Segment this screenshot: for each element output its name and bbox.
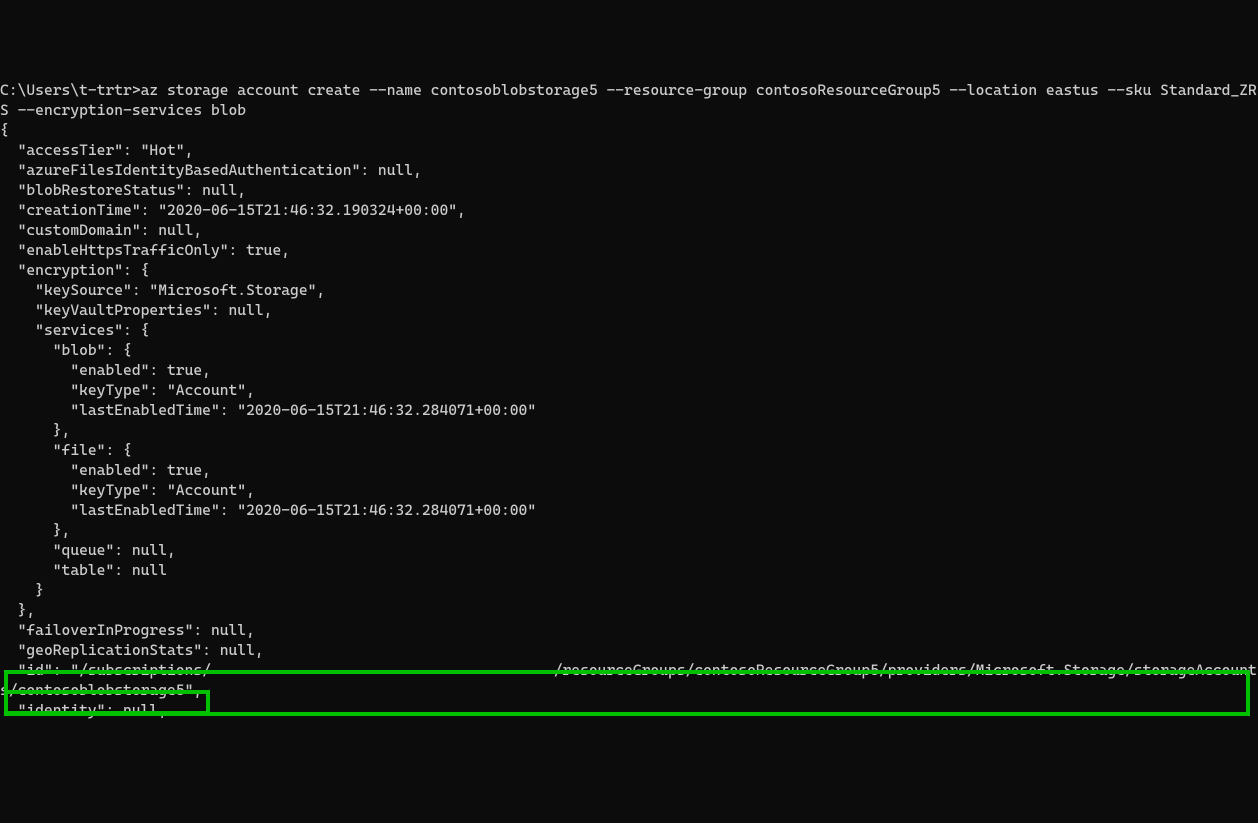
output-line: "keyVaultProperties": null,: [0, 301, 272, 319]
output-id-line: "id": "/subscriptions/ /resourceGroups/c…: [0, 661, 1257, 699]
output-line: "azureFilesIdentityBasedAuthentication":…: [0, 161, 422, 179]
output-line: "keyType": "Account",: [0, 381, 255, 399]
output-line: "creationTime": "2020-06-15T21:46:32.190…: [0, 201, 466, 219]
output-line: "encryption": {: [0, 261, 149, 279]
command-text: az storage account create --name contoso…: [0, 81, 1257, 119]
output-line: "lastEnabledTime": "2020-06-15T21:46:32.…: [0, 501, 536, 519]
output-line: "enabled": true,: [0, 461, 211, 479]
output-line: "blob": {: [0, 341, 132, 359]
output-line: "failoverInProgress": null,: [0, 621, 255, 639]
prompt-text: C:\Users\t-trtr>: [0, 81, 141, 99]
output-line: },: [0, 521, 70, 539]
output-line: "table": null: [0, 561, 167, 579]
output-line: "queue": null,: [0, 541, 176, 559]
output-line: {: [0, 121, 9, 139]
output-line: "keyType": "Account",: [0, 481, 255, 499]
output-line: "file": {: [0, 441, 132, 459]
output-line: },: [0, 421, 70, 439]
output-line: "lastEnabledTime": "2020-06-15T21:46:32.…: [0, 401, 536, 419]
output-line: "enabled": true,: [0, 361, 211, 379]
output-line: "customDomain": null,: [0, 221, 202, 239]
output-line: "blobRestoreStatus": null,: [0, 181, 246, 199]
output-line: },: [0, 601, 35, 619]
output-line: "services": {: [0, 321, 149, 339]
output-line: "geoReplicationStats": null,: [0, 641, 264, 659]
terminal-window[interactable]: C:\Users\t-trtr>az storage account creat…: [0, 80, 1258, 723]
output-line: "identity": null,: [0, 701, 167, 719]
output-line: "keySource": "Microsoft.Storage",: [0, 281, 325, 299]
output-line: "accessTier": "Hot",: [0, 141, 193, 159]
output-line: }: [0, 581, 44, 599]
output-line: "enableHttpsTrafficOnly": true,: [0, 241, 290, 259]
